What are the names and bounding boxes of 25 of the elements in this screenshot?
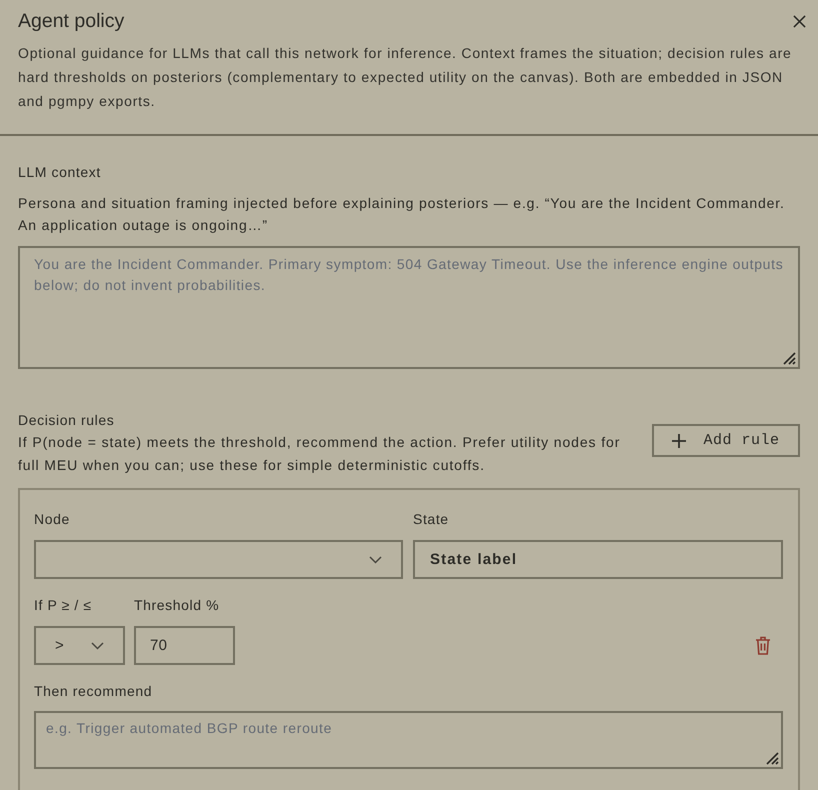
context-textarea[interactable]: You are the Incident Commander. Primary symptom: 504 Gateway Timeout. Use the inference engine outputs below; do not invent probabilities.	[18, 246, 800, 369]
close-icon[interactable]	[793, 14, 806, 28]
section-label: Decision rules	[18, 411, 116, 430]
resize-grip-icon[interactable]	[766, 752, 779, 765]
field-label: Threshold %	[134, 596, 220, 615]
dialog-title: Agent policy	[18, 9, 124, 33]
section-help: If P(node = state) meets the threshold, recommend the action. Prefer utility nodes for full MEU when you can; use these for simple deterministic cutoffs.	[18, 433, 622, 475]
node-select[interactable]	[34, 540, 403, 579]
dialog-description: Optional guidance for LLMs that call this network for inference. Context frames the situation; decision rules are hard thresholds on posteriors (complementary to expected utility on the canvas). Both are embedded in JSON and pgmpy exports.	[18, 44, 793, 111]
recommend-textarea[interactable]: e.g. Trigger automated BGP route reroute	[34, 711, 783, 769]
plus-icon	[672, 434, 686, 448]
field-label: If P ≥ / ≤	[34, 596, 93, 615]
threshold-input[interactable]: 70	[134, 626, 235, 665]
add-rule-button[interactable]: Add rule	[652, 424, 800, 457]
comparator-select[interactable]: >	[34, 626, 125, 665]
trash-icon[interactable]	[755, 636, 771, 655]
resize-grip-icon[interactable]	[783, 352, 796, 365]
state-input[interactable]: State label	[413, 540, 783, 579]
section-help: Persona and situation framing injected before explaining posteriors — e.g. “You are the Incident Commander. An application outage is ongoing…”	[18, 194, 786, 235]
chevron-down-icon	[369, 556, 382, 564]
field-label: Node	[34, 510, 71, 529]
chevron-down-icon	[91, 642, 104, 650]
section-label: LLM context	[18, 163, 102, 182]
field-label: Then recommend	[34, 682, 154, 701]
field-label: State	[413, 510, 450, 529]
